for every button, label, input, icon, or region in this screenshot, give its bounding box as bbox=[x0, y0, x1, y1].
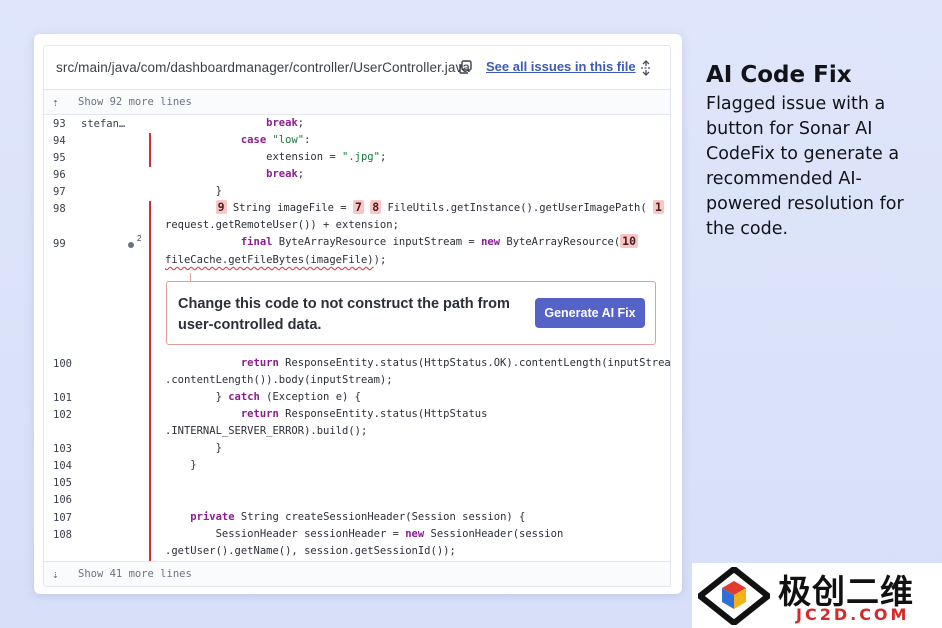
line-number: 97 bbox=[53, 186, 66, 198]
code-line: case "low": bbox=[240, 134, 311, 146]
expand-vertical-icon[interactable] bbox=[638, 59, 654, 77]
show-more-lines-bottom-label: Show 41 more lines bbox=[78, 568, 192, 580]
code-line: break; bbox=[266, 168, 305, 180]
code-line: } bbox=[190, 459, 197, 471]
code-line: } bbox=[215, 185, 222, 197]
line-number: 93 bbox=[53, 118, 66, 130]
code-viewer: src/main/java/com/dashboardmanager/contr… bbox=[43, 45, 671, 587]
expand-down-icon: ⇣ bbox=[52, 567, 59, 581]
side-description: Flagged issue with a button for Sonar AI… bbox=[706, 94, 904, 239]
code-line: return ResponseEntity.status(HttpStatus.… bbox=[240, 357, 671, 369]
issue-pointer bbox=[190, 273, 191, 281]
watermark-en: JC2D.COM bbox=[796, 605, 910, 624]
code-line: } bbox=[215, 442, 222, 454]
line-number: 108 bbox=[53, 529, 72, 541]
code-viewer-card: src/main/java/com/dashboardmanager/contr… bbox=[34, 34, 682, 594]
flow-marker[interactable]: 1 bbox=[652, 200, 664, 214]
code-line: fileCache.getFileBytes(imageFile)); bbox=[165, 254, 387, 266]
show-more-lines-top[interactable]: ⇡ Show 92 more lines bbox=[44, 90, 670, 115]
flagged-code[interactable]: fileCache.getFileBytes(imageFile) bbox=[165, 254, 374, 266]
blame-author[interactable]: stefan… bbox=[81, 118, 125, 130]
line-number: 98 bbox=[53, 203, 66, 215]
code-area: 93 stefan… 94 95 96 97 98 99 2 100 101 1… bbox=[44, 115, 671, 565]
flow-marker[interactable]: 9 bbox=[215, 200, 227, 214]
file-header: src/main/java/com/dashboardmanager/contr… bbox=[44, 46, 670, 90]
code-line: .getUser().getName(), session.getSession… bbox=[165, 545, 456, 557]
issue-bar bbox=[149, 201, 151, 547]
code-line: 9 String imageFile = 7 8 FileUtils.getIn… bbox=[215, 200, 664, 214]
side-title: AI Code Fix bbox=[706, 62, 852, 88]
watermark-logo-icon bbox=[698, 567, 770, 625]
code-line: final ByteArrayResource inputStream = ne… bbox=[240, 234, 639, 248]
expand-up-icon: ⇡ bbox=[52, 95, 59, 109]
line-number: 107 bbox=[53, 512, 72, 524]
show-more-lines-bottom[interactable]: ⇣ Show 41 more lines bbox=[44, 561, 670, 586]
issue-bar bbox=[149, 529, 151, 565]
code-line: return ResponseEntity.status(HttpStatus bbox=[240, 408, 488, 420]
line-number: 103 bbox=[53, 443, 72, 455]
line-number: 105 bbox=[53, 477, 72, 489]
line-number: 96 bbox=[53, 169, 66, 181]
code-line: .contentLength()).body(inputStream); bbox=[165, 374, 393, 386]
code-line: } catch (Exception e) { bbox=[215, 391, 361, 403]
line-number: 104 bbox=[53, 460, 72, 472]
show-more-lines-top-label: Show 92 more lines bbox=[78, 96, 192, 108]
file-path: src/main/java/com/dashboardmanager/contr… bbox=[56, 60, 470, 75]
line-number: 100 bbox=[53, 358, 72, 370]
issue-location-count: 2 bbox=[137, 234, 142, 243]
code-line: SessionHeader sessionHeader = new Sessio… bbox=[215, 528, 564, 540]
issue-bar bbox=[149, 133, 151, 167]
issue-message: Change this code to not construct the pa… bbox=[178, 296, 510, 333]
code-line: request.getRemoteUser()) + extension; bbox=[165, 219, 399, 231]
code-line: extension = ".jpg"; bbox=[266, 151, 387, 163]
generate-ai-fix-button[interactable]: Generate AI Fix bbox=[535, 298, 645, 328]
code-line: private String createSessionHeader(Sessi… bbox=[190, 511, 526, 523]
watermark: 极创二维 JC2D.COM bbox=[692, 563, 942, 628]
flow-marker[interactable]: 7 bbox=[352, 200, 364, 214]
code-line: .INTERNAL_SERVER_ERROR).build(); bbox=[165, 425, 368, 437]
see-all-issues-link[interactable]: See all issues in this file bbox=[486, 59, 636, 74]
issue-message-box: Change this code to not construct the pa… bbox=[166, 281, 656, 345]
flow-marker[interactable]: 8 bbox=[370, 200, 382, 214]
line-number: 101 bbox=[53, 392, 72, 404]
flow-marker[interactable]: 10 bbox=[620, 234, 639, 248]
line-number: 102 bbox=[53, 409, 72, 421]
line-number: 106 bbox=[53, 494, 72, 506]
line-number: 94 bbox=[53, 135, 66, 147]
copy-icon[interactable] bbox=[457, 59, 473, 75]
line-number: 99 bbox=[53, 238, 66, 250]
line-number: 95 bbox=[53, 152, 66, 164]
issue-location-dot[interactable] bbox=[128, 242, 134, 248]
code-line: break; bbox=[266, 117, 305, 129]
